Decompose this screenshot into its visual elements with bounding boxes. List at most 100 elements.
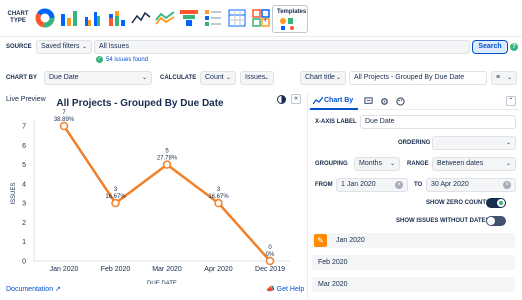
funnel-chart-icon[interactable] [178, 7, 200, 29]
chart-by-label: CHART BY [6, 75, 37, 81]
saved-filters-label: Saved filters [41, 43, 80, 50]
grouping-label: GROUPING [315, 161, 348, 167]
grouping-value: Months [359, 160, 382, 167]
source-row: SOURCE Saved filters ⌄ All Issues ✓ 54 i… [0, 38, 522, 68]
chevron-down-icon: ⌄ [81, 44, 87, 50]
kpi-tiles-icon[interactable] [250, 7, 272, 29]
templates-label: Templates [277, 9, 307, 15]
chevron-down-icon: ⌄ [506, 75, 512, 81]
chart-menu-button[interactable]: ≡ ⌄ [491, 71, 517, 85]
table-chart-icon[interactable] [226, 7, 248, 29]
chart-type-label: CHART TYPE [7, 11, 29, 24]
chevron-up-icon[interactable]: ⌃ [506, 96, 516, 106]
data-point [265, 256, 275, 266]
issues-found-status: ✓ 54 issues found [96, 56, 148, 63]
data-label-value: 0 [268, 245, 272, 251]
show-issues-without-dates-toggle[interactable] [486, 216, 506, 226]
data-label-percent: 38.89% [54, 117, 75, 123]
chevron-down-icon: ⌄ [335, 75, 341, 81]
list-item-label: Feb 2020 [318, 259, 348, 266]
data-point [111, 198, 120, 208]
issues-found-text: 54 issues found [106, 56, 149, 63]
palette-icon[interactable] [396, 97, 405, 106]
x-tick-label: Mar 2020 [152, 266, 182, 273]
source-label: SOURCE [6, 44, 32, 50]
range-label: RANGE [407, 161, 429, 167]
chevron-down-icon: ⌄ [505, 161, 511, 167]
x-tick-label: Jan 2020 [50, 266, 79, 273]
list-item[interactable]: Mar 2020 [312, 277, 515, 292]
chart-type-icons [34, 5, 274, 31]
theme-toggle-icon[interactable] [277, 95, 286, 104]
toggle-knob [487, 217, 495, 225]
to-date-input[interactable]: 30 Apr 2020 × [426, 178, 516, 192]
line-chart-icon[interactable] [130, 7, 152, 29]
chevron-left-icon[interactable]: ‹ [264, 15, 267, 24]
range-select[interactable]: Between dates ⌄ [432, 157, 516, 171]
x-tick-label: Feb 2020 [101, 266, 131, 273]
stacked-bar-chart-icon[interactable] [106, 7, 128, 29]
y-tick-label: 6 [22, 143, 26, 150]
list-item[interactable]: ✎ Jan 2020 [312, 233, 515, 248]
count-select[interactable]: Count ⌄ [200, 71, 236, 85]
series-line [62, 125, 271, 262]
y-tick-label: 0 [22, 259, 26, 266]
documentation-link[interactable]: Documentation ↗ [6, 285, 61, 293]
tab-chart-by[interactable]: Chart By [310, 94, 358, 110]
templates-button[interactable]: Templates [272, 5, 308, 33]
list-chart-icon[interactable] [202, 7, 224, 29]
issues-value: Issues [245, 74, 266, 81]
grouping-select[interactable]: Months ⌄ [354, 157, 400, 171]
chevron-down-icon: ⌄ [225, 75, 231, 81]
y-tick-label: 7 [22, 124, 26, 131]
show-issues-without-dates-label: SHOW ISSUES WITHOUT DATES [396, 218, 490, 224]
check-icon: ✓ [96, 56, 103, 63]
chevron-down-icon: ⌄ [505, 140, 511, 146]
chart-title-input[interactable]: All Projects - Grouped By Due Date [349, 71, 487, 85]
y-tick-label: 4 [22, 181, 26, 188]
bar-chart-icon[interactable] [58, 7, 80, 29]
search-input[interactable]: All Issues [94, 40, 470, 54]
clear-icon[interactable]: × [395, 181, 403, 189]
line-chart: 0 1 2 3 4 5 6 7 ISSUES Jan 2020 Feb 2020 Mar 2020 Ap… [11, 110, 290, 284]
get-help-label: Get Help [276, 286, 305, 293]
range-value: Between dates [437, 160, 484, 167]
chart-type-toolbar: CHART TYPE ‹ Templates [0, 0, 522, 37]
chart-title-select[interactable]: Chart title ⌄ [300, 71, 346, 85]
chevron-down-icon: ⌄ [141, 75, 147, 81]
get-help-link[interactable]: 📣 Get Help [266, 285, 304, 293]
issues-select[interactable]: Issues ⌄ [240, 71, 274, 85]
menu-icon: ≡ [496, 74, 501, 81]
x-tick-label: Dec 2019 [255, 266, 285, 273]
y-tick-label: 1 [22, 239, 26, 246]
data-point [214, 198, 223, 208]
ordering-select[interactable]: ⌄ [432, 136, 516, 150]
to-date-value: 30 Apr 2020 [431, 181, 469, 188]
collapse-panel-button[interactable]: « [291, 94, 301, 104]
y-axis-label: ISSUES [11, 182, 17, 204]
y-tick-label: 3 [22, 201, 26, 208]
comment-icon[interactable] [364, 97, 373, 106]
megaphone-icon: 📣 [266, 286, 275, 293]
saved-filters-dropdown[interactable]: Saved filters ⌄ [36, 40, 92, 54]
donut-chart-icon[interactable] [34, 7, 56, 29]
show-zero-counts-toggle[interactable] [486, 198, 506, 208]
to-label: TO [414, 182, 423, 188]
count-value: Count [205, 74, 224, 81]
x-axis-label-label: X-AXIS LABEL [315, 119, 357, 125]
search-button[interactable]: Search [472, 40, 508, 54]
y-tick-label: 2 [22, 220, 26, 227]
from-date-input[interactable]: 1 Jan 2020 × [336, 178, 408, 192]
data-point [162, 160, 172, 169]
list-item[interactable]: Feb 2020 [312, 255, 515, 270]
gear-icon[interactable] [380, 97, 389, 106]
pencil-icon[interactable]: ✎ [314, 234, 327, 247]
list-item-label: Mar 2020 [318, 281, 348, 288]
x-axis-label-input[interactable]: Due Date [360, 115, 516, 129]
panel-tabs: Chart By ⌃ [308, 94, 519, 110]
clear-icon[interactable]: × [503, 181, 511, 189]
chart-by-select[interactable]: Due Date ⌄ [44, 71, 152, 85]
help-icon[interactable]: ? [510, 43, 518, 51]
grouped-bar-chart-icon[interactable] [82, 7, 104, 29]
area-chart-icon[interactable] [154, 7, 176, 29]
